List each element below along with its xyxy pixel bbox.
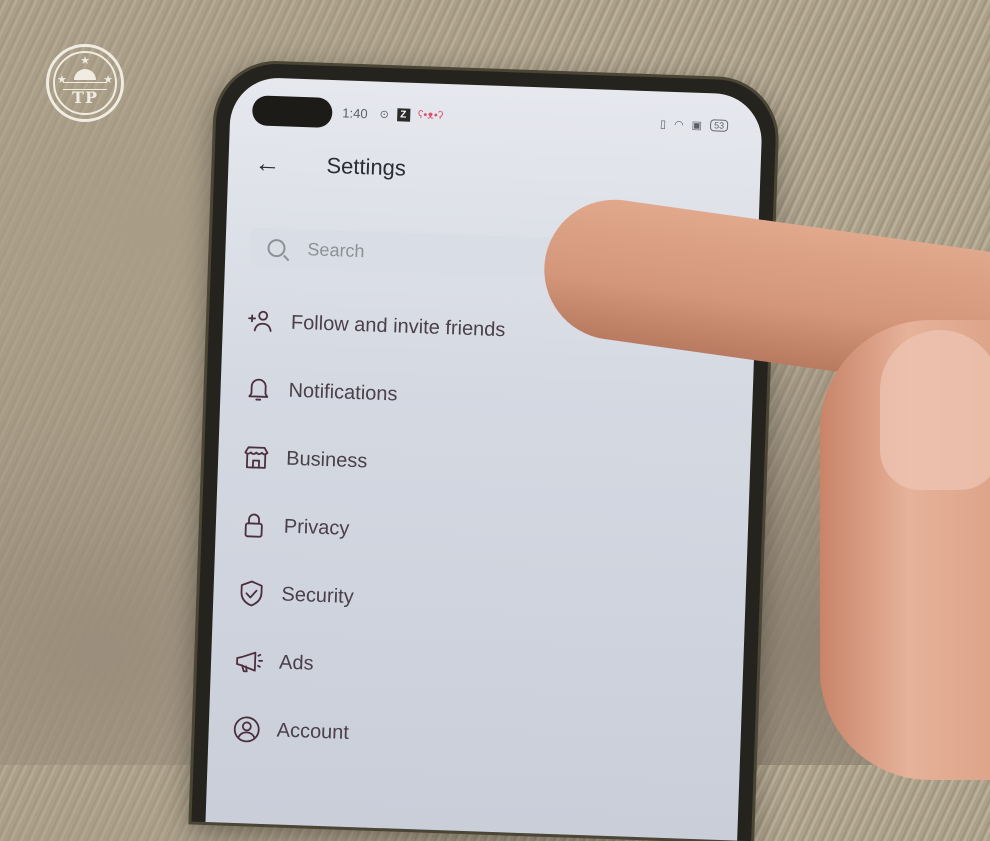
vibrate-icon: ▯ bbox=[659, 117, 667, 131]
store-icon bbox=[240, 441, 273, 474]
menu-item-privacy[interactable]: Privacy bbox=[237, 491, 500, 568]
star-icon: ★ bbox=[80, 55, 90, 67]
menu-item-follow-invite[interactable]: Follow and invite friends bbox=[244, 287, 507, 364]
search-input[interactable]: Search bbox=[248, 227, 591, 280]
waves-icon bbox=[63, 82, 107, 90]
search-placeholder: Search bbox=[307, 238, 365, 261]
page-title: Settings bbox=[326, 152, 407, 181]
settings-menu: Follow and invite friends Notifications … bbox=[230, 287, 507, 772]
watermark-text: TP bbox=[72, 88, 98, 107]
megaphone-icon bbox=[233, 645, 266, 678]
cast-icon: ▣ bbox=[691, 119, 703, 132]
menu-item-business[interactable]: Business bbox=[239, 423, 502, 500]
bell-icon bbox=[242, 373, 275, 406]
front-camera bbox=[251, 95, 333, 129]
thumbnail bbox=[880, 330, 990, 490]
wifi-icon: ◠ bbox=[673, 118, 684, 131]
add-person-icon bbox=[244, 305, 277, 338]
watermark-logo: ★ ★ ★ TP bbox=[46, 44, 124, 122]
menu-item-label: Account bbox=[276, 718, 350, 744]
sun-icon bbox=[74, 69, 96, 80]
lock-icon bbox=[237, 509, 270, 542]
menu-item-label: Privacy bbox=[283, 515, 350, 540]
phone-screen: 1:40 ⊙ Z ʕ•ᴥ•ʔ ▯ ◠ ▣ 53 ← Settings Searc… bbox=[205, 76, 764, 841]
menu-item-label: Security bbox=[281, 583, 355, 608]
menu-item-account[interactable]: Account bbox=[230, 695, 493, 772]
menu-item-ads[interactable]: Ads bbox=[232, 627, 495, 704]
shield-check-icon bbox=[235, 577, 268, 610]
menu-item-label: Business bbox=[285, 447, 368, 472]
battery-indicator: 53 bbox=[709, 119, 729, 132]
search-icon bbox=[267, 238, 286, 258]
account-circle-icon bbox=[230, 713, 263, 746]
status-time: 1:40 bbox=[342, 104, 368, 121]
record-icon: ⊙ bbox=[379, 108, 390, 121]
settings-header: ← Settings bbox=[254, 147, 406, 183]
status-bar: 1:40 ⊙ Z ʕ•ᴥ•ʔ ▯ ◠ ▣ 53 bbox=[342, 102, 736, 136]
panda-app-icon: ʕ•ᴥ•ʔ bbox=[417, 109, 444, 122]
menu-item-label: Follow and invite friends bbox=[290, 311, 506, 341]
back-arrow-icon[interactable]: ← bbox=[254, 147, 315, 180]
menu-item-security[interactable]: Security bbox=[234, 559, 497, 636]
menu-item-label: Notifications bbox=[288, 379, 398, 405]
menu-item-notifications[interactable]: Notifications bbox=[241, 355, 504, 432]
z-app-icon: Z bbox=[396, 107, 411, 122]
phone: 1:40 ⊙ Z ʕ•ᴥ•ʔ ▯ ◠ ▣ 53 ← Settings Searc… bbox=[191, 62, 778, 841]
menu-item-label: Ads bbox=[278, 651, 314, 675]
